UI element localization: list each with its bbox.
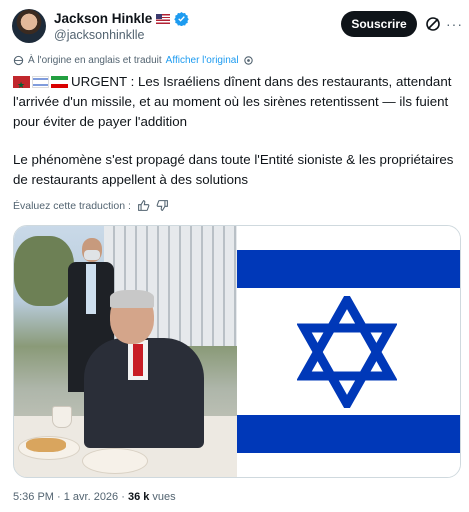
grok-icon[interactable] <box>425 16 441 32</box>
star-of-david-icon <box>297 296 397 408</box>
photo-plate <box>82 448 148 474</box>
tweet-paragraph-1-text: URGENT : Les Israéliens dînent dans des … <box>13 74 452 129</box>
morocco-flag-icon <box>13 75 30 95</box>
flag-stripe-bottom <box>237 415 460 453</box>
iran-flag-icon <box>51 76 68 88</box>
tweet-paragraph-1: URGENT : Les Israéliens dînent dans des … <box>13 72 463 132</box>
tweet-text: URGENT : Les Israéliens dînent dans des … <box>13 72 463 190</box>
translate-icon <box>13 55 24 66</box>
tweet-flags <box>13 75 68 95</box>
subscribe-button[interactable]: Souscrire <box>341 11 417 37</box>
author-handle[interactable]: @jacksonhinklle <box>54 28 145 42</box>
thumbs-down-icon[interactable] <box>156 199 169 212</box>
photo-tree <box>14 236 74 306</box>
view-count: 36 k <box>127 491 150 503</box>
views-label: vues <box>149 491 176 503</box>
flag-stripe-top <box>237 250 460 288</box>
tweet-timestamp[interactable]: 5:36 PM · 1 avr. 2026 · <box>13 491 128 503</box>
photo-cup <box>52 406 72 428</box>
author-name-row: Jackson Hinkle <box>54 11 190 26</box>
rate-translation-row: Évaluez cette traduction : <box>13 199 169 212</box>
avatar[interactable] <box>12 9 46 43</box>
author-name[interactable]: Jackson Hinkle <box>54 11 152 26</box>
settings-icon[interactable] <box>243 55 254 66</box>
restaurant-photo[interactable] <box>14 226 237 477</box>
show-original-link[interactable]: Afficher l'original <box>166 55 239 66</box>
translation-row: À l'origine en anglais et traduit Affich… <box>13 55 254 66</box>
israel-flag-image[interactable] <box>237 226 460 477</box>
more-options-icon[interactable]: ··· <box>446 17 463 31</box>
tweet-paragraph-2: Le phénomène s'est propagé dans toute l'… <box>13 152 454 187</box>
verified-badge-icon <box>174 11 190 26</box>
thumbs-up-icon[interactable] <box>137 199 150 212</box>
photo-pastry <box>26 438 66 452</box>
translation-note: À l'origine en anglais et traduit <box>28 55 162 66</box>
rate-translation-label: Évaluez cette traduction : <box>13 199 131 212</box>
tweet-media[interactable] <box>13 225 461 478</box>
israel-flag-icon <box>32 76 49 88</box>
photo-seated-man <box>84 288 204 448</box>
us-flag-icon <box>156 13 171 24</box>
tweet-meta: 5:36 PM · 1 avr. 2026 · 36 k vues <box>13 491 176 503</box>
